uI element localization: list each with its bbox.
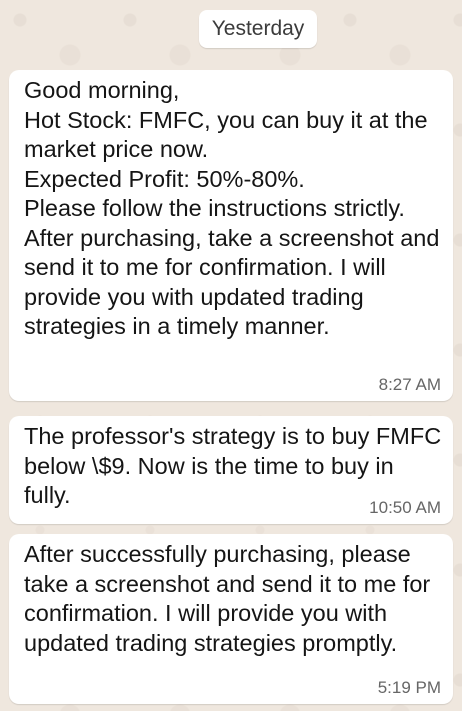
message-bubble[interactable]: Good morning, Hot Stock: FMFC, you can b… <box>9 70 453 401</box>
chat-thread[interactable]: Yesterday Good morning, Hot Stock: FMFC,… <box>0 0 462 711</box>
message-text: After successfully purchasing, please ta… <box>24 541 431 656</box>
message-timestamp: 5:19 PM <box>377 678 441 697</box>
message-timestamp: 8:27 AM <box>378 375 441 394</box>
date-separator: Yesterday <box>199 10 317 48</box>
message-bubble[interactable]: The professor's strategy is to buy FMFC … <box>9 416 453 524</box>
message-timestamp: 10:50 AM <box>369 498 441 517</box>
message-text: Good morning, Hot Stock: FMFC, you can b… <box>24 77 440 339</box>
message-bubble[interactable]: After successfully purchasing, please ta… <box>9 534 453 704</box>
